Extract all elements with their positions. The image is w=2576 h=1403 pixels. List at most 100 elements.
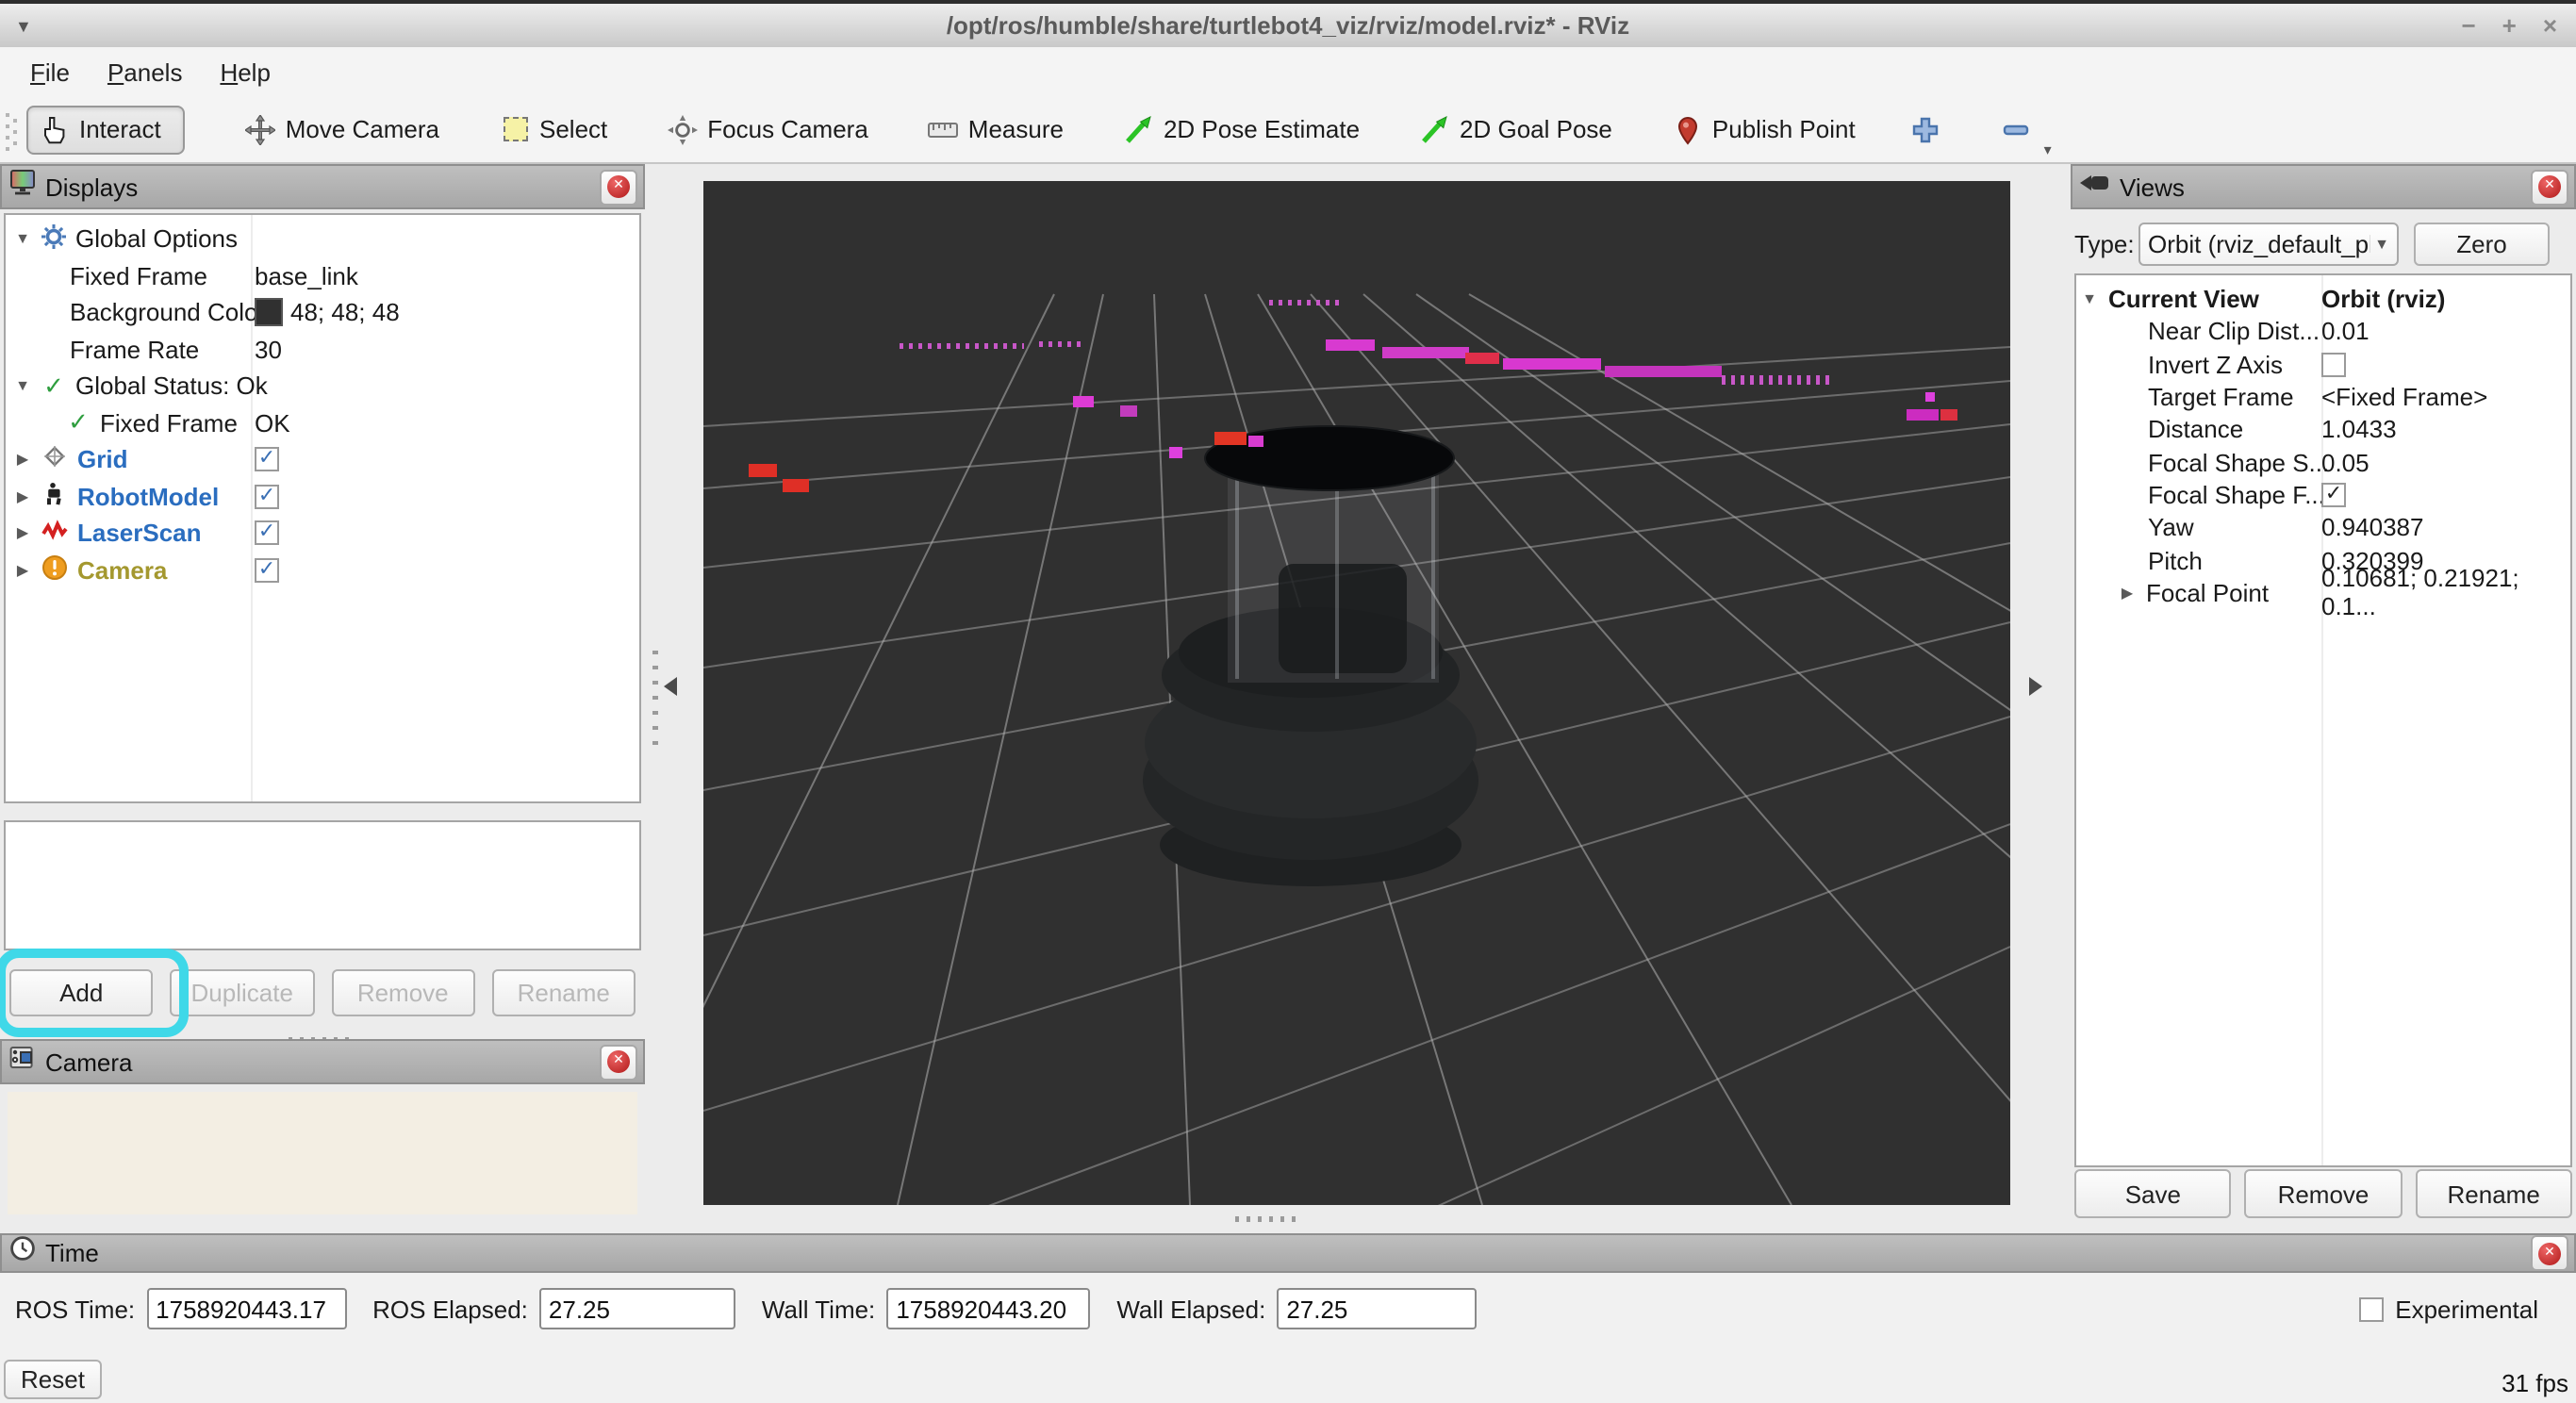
laser-scan-point [783,479,809,492]
views-panel-header[interactable]: Views ✕ [2071,164,2576,209]
tool-2d-pose-estimate[interactable]: 2D Pose Estimate [1113,108,1371,150]
expander-open-icon[interactable]: ▼ [13,231,32,248]
displays-close-button[interactable]: ✕ [600,169,637,205]
expander-closed-icon[interactable]: ▶ [2118,585,2137,602]
tree-row-grid[interactable]: ▶ Grid ✓ [6,441,639,478]
render-view-3d[interactable] [703,181,2010,1205]
expander-closed-icon[interactable]: ▶ [13,452,32,469]
prop-yaw[interactable]: Yaw 0.940387 [2076,511,2570,544]
collapse-right-arrow-icon[interactable] [2029,677,2042,696]
tool-select[interactable]: Select [488,108,619,150]
bottom-splitter-grip[interactable] [1235,1216,1299,1222]
plus-icon [1910,114,1940,144]
zero-button[interactable]: Zero [2414,223,2550,266]
views-close-button[interactable]: ✕ [2531,169,2568,205]
save-view-button[interactable]: Save [2074,1169,2232,1218]
grid-display-icon [41,444,68,476]
prop-focal-point[interactable]: ▶Focal Point 0.10681; 0.21921; 0.1... [2076,576,2570,609]
tool-publish-point[interactable]: Publish Point [1661,108,1867,150]
expander-open-icon[interactable]: ▼ [13,378,32,395]
tool-measure[interactable]: Measure [917,108,1075,150]
tool-focus-camera[interactable]: Focus Camera [656,108,880,150]
tree-row-background-color[interactable]: Background Color 48; 48; 48 [6,294,639,331]
prop-near-clip[interactable]: Near Clip Dist... 0.01 [2076,316,2570,349]
rename-display-button[interactable]: Rename [492,969,636,1016]
ros-elapsed-input[interactable] [539,1288,735,1329]
expander-closed-icon[interactable]: ▶ [13,525,32,542]
camera-close-button[interactable]: ✕ [600,1044,637,1080]
hand-icon [40,114,70,144]
tool-overflow-caret-icon[interactable]: ▾ [2044,140,2052,157]
tree-row-fixed-frame[interactable]: Fixed Frame base_link [6,257,639,294]
displays-icon [9,169,36,205]
add-display-button[interactable]: Add [9,969,154,1016]
displays-buttons: Add Duplicate Remove Rename [0,969,645,1016]
green-arrow-icon [1124,114,1154,144]
expander-closed-icon[interactable]: ▶ [13,488,32,505]
tool-interact[interactable]: Interact [26,105,186,154]
prop-current-view[interactable]: ▼Current View Orbit (rviz) [2076,283,2570,316]
menu-bar: File Panels Help [0,47,2576,96]
prop-invert-z[interactable]: Invert Z Axis [2076,348,2570,381]
grid-and-robot [703,181,2010,1205]
time-close-button[interactable]: ✕ [2531,1235,2568,1271]
reset-button[interactable]: Reset [4,1360,102,1399]
tree-row-robot-model[interactable]: ▶ RobotModel ✓ [6,478,639,515]
fixed-frame-value[interactable]: base_link [255,262,358,290]
tree-row-global-status[interactable]: ▼ ✓ Global Status: Ok [6,368,639,404]
view-type-row: Type: Orbit (rviz_default_pl ▼ Zero [2074,223,2572,266]
expander-closed-icon[interactable]: ▶ [13,562,32,579]
invert-z-checkbox[interactable] [2321,352,2346,376]
remove-display-button[interactable]: Remove [331,969,475,1016]
ruler-icon [929,114,959,144]
add-tool-button[interactable] [1905,108,1946,150]
menu-file[interactable]: File [11,52,89,91]
menu-panels[interactable]: Panels [89,52,202,91]
tree-row-fixed-frame-status[interactable]: ✓ Fixed Frame OK [6,404,639,441]
frame-rate-value[interactable]: 30 [255,336,282,364]
wall-time-input[interactable] [886,1288,1090,1329]
robot-model-checkbox[interactable]: ✓ [255,485,279,509]
tool-move-camera[interactable]: Move Camera [235,108,451,150]
duplicate-display-button[interactable]: Duplicate [171,969,315,1016]
prop-distance[interactable]: Distance 1.0433 [2076,413,2570,446]
laser-scan-point [1269,300,1345,305]
laser-scan-checkbox[interactable]: ✓ [255,521,279,546]
time-panel-title: Time [45,1239,99,1267]
maximize-button[interactable]: + [2502,13,2517,38]
wall-elapsed-input[interactable] [1277,1288,1477,1329]
workspace: Displays ✕ ▼ Global Options Fixed Frame … [0,164,2576,1233]
prop-target-frame[interactable]: Target Frame <Fixed Frame> [2076,381,2570,414]
move-arrows-icon [246,114,276,144]
expander-open-icon[interactable]: ▼ [2080,290,2099,307]
remove-view-button[interactable]: Remove [2245,1169,2403,1218]
experimental-checkbox[interactable] [2359,1296,2384,1321]
displays-panel-header[interactable]: Displays ✕ [0,164,645,209]
camera-image-area [8,1092,637,1214]
views-property-tree: ▼Current View Orbit (rviz) Near Clip Dis… [2074,273,2572,1167]
tree-row-laser-scan[interactable]: ▶ LaserScan ✓ [6,515,639,552]
time-panel-header[interactable]: Time ✕ [0,1233,2576,1273]
tool-2d-goal-pose[interactable]: 2D Goal Pose [1409,108,1624,150]
view-type-dropdown[interactable]: Orbit (rviz_default_pl ▼ [2138,223,2399,266]
prop-focal-shape-size[interactable]: Focal Shape S... 0.05 [2076,446,2570,479]
collapse-left-arrow-icon[interactable] [664,677,677,696]
tree-row-frame-rate[interactable]: Frame Rate 30 [6,331,639,368]
focal-shape-fixed-checkbox[interactable]: ✓ [2321,483,2346,507]
toolbar-grip[interactable] [6,109,19,151]
menu-help[interactable]: Help [201,52,289,91]
prop-focal-shape-fixed[interactable]: Focal Shape F... ✓ [2076,479,2570,512]
camera-panel-header[interactable]: Camera ✕ [0,1039,645,1084]
ros-time-input[interactable] [146,1288,346,1329]
tree-row-global-options[interactable]: ▼ Global Options [6,221,639,257]
tree-row-camera[interactable]: ▶ Camera ✓ [6,552,639,588]
title-bar: ▼ /opt/ros/humble/share/turtlebot4_viz/r… [0,4,2576,49]
close-button[interactable]: × [2543,13,2557,38]
grid-checkbox[interactable]: ✓ [255,448,279,472]
remove-tool-button[interactable]: ▾ [1995,108,2037,150]
left-splitter-grip[interactable] [652,647,658,745]
minimize-button[interactable]: − [2461,13,2475,38]
green-arrow-icon [1420,114,1450,144]
camera-checkbox[interactable]: ✓ [255,558,279,583]
rename-view-button[interactable]: Rename [2415,1169,2572,1218]
